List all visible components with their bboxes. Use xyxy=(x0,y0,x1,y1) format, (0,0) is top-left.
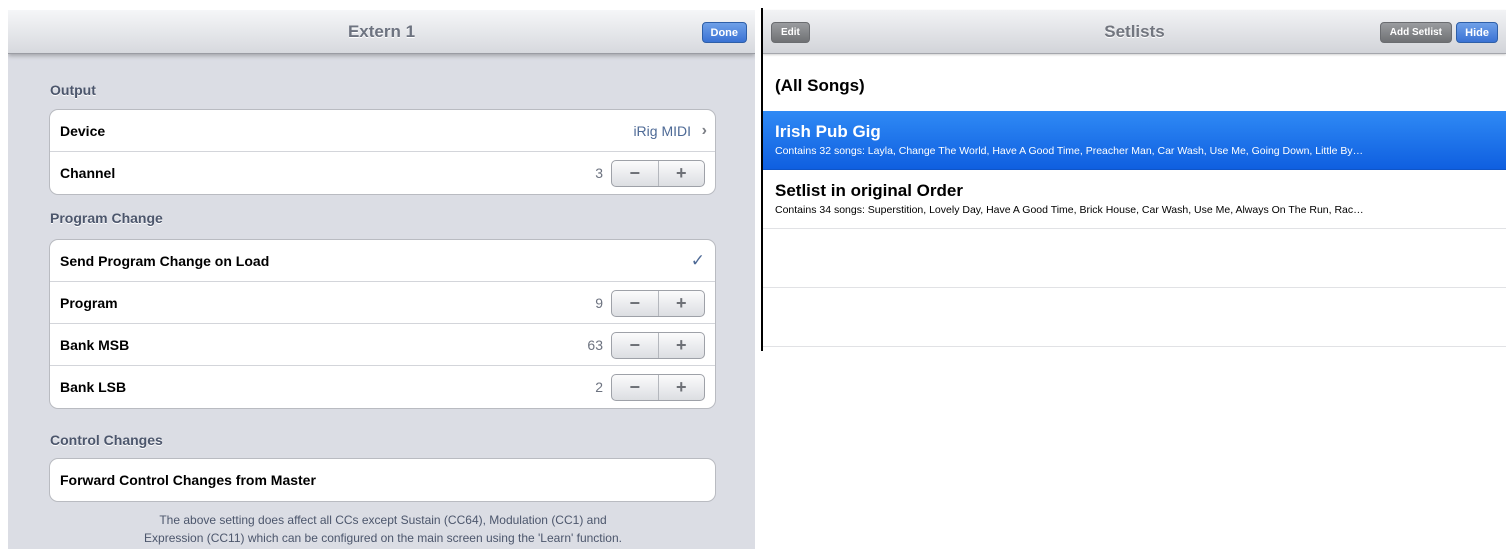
device-label: Device xyxy=(60,122,106,139)
setlist-title: Irish Pub Gig xyxy=(775,122,881,141)
footer-note-line1: The above setting does affect all CCs ex… xyxy=(159,513,607,527)
bank-lsb-increment-button[interactable]: + xyxy=(659,375,705,400)
channel-row: Channel 3 − + xyxy=(50,152,715,194)
setlist-row[interactable]: Setlist in original Order Contains 34 so… xyxy=(763,170,1506,229)
empty-list-row xyxy=(763,288,1506,347)
setlist-row-selected[interactable]: Irish Pub Gig Contains 32 songs: Layla, … xyxy=(763,111,1506,170)
footer-note-line2: Expression (CC11) which can be configure… xyxy=(144,531,622,545)
send-program-change-label: Send Program Change on Load xyxy=(60,252,270,269)
control-changes-group: Forward Control Changes from Master xyxy=(49,458,716,502)
setlists-panel: Edit Setlists Add Setlist Hide (All Song… xyxy=(763,10,1506,549)
setlists-title: Setlists xyxy=(1104,21,1165,41)
device-row[interactable]: Device iRig MIDI › xyxy=(50,110,715,152)
empty-list-row xyxy=(763,229,1506,288)
bank-lsb-stepper: − + xyxy=(611,374,705,401)
section-header-control-changes: Control Changes xyxy=(50,432,163,448)
channel-decrement-button[interactable]: − xyxy=(612,161,659,186)
footer-note: The above setting does affect all CCs ex… xyxy=(68,511,698,547)
output-group: Device iRig MIDI › Channel 3 − + xyxy=(49,109,716,195)
bank-msb-row: Bank MSB 63 − + xyxy=(50,324,715,366)
setlists-navbar: Edit Setlists Add Setlist Hide xyxy=(763,10,1506,54)
program-increment-button[interactable]: + xyxy=(659,291,705,316)
setlist-title: Setlist in original Order xyxy=(775,181,963,200)
chevron-right-icon: › xyxy=(701,121,707,139)
bank-msb-label: Bank MSB xyxy=(60,336,130,353)
midi-output-settings-panel: Extern 1 Done Output Device iRig MIDI › … xyxy=(8,10,755,549)
bank-msb-decrement-button[interactable]: − xyxy=(612,333,659,358)
forward-control-changes-row[interactable]: Forward Control Changes from Master xyxy=(50,459,715,501)
section-header-program-change: Program Change xyxy=(50,210,163,226)
section-header-output: Output xyxy=(50,82,96,98)
checkmark-icon: ✓ xyxy=(690,250,705,270)
program-label: Program xyxy=(60,294,118,311)
send-program-change-row[interactable]: Send Program Change on Load ✓ xyxy=(50,240,715,282)
add-setlist-button[interactable]: Add Setlist xyxy=(1379,22,1452,43)
settings-navbar: Extern 1 Done xyxy=(8,10,755,54)
channel-value: 3 xyxy=(595,165,603,181)
program-row: Program 9 − + xyxy=(50,282,715,324)
channel-stepper: − + xyxy=(611,160,705,187)
device-value: iRig MIDI xyxy=(633,122,691,139)
setlist-subtitle: Contains 34 songs: Superstition, Lovely … xyxy=(775,204,1364,216)
channel-increment-button[interactable]: + xyxy=(659,161,705,186)
bank-lsb-value: 2 xyxy=(595,379,603,395)
done-button[interactable]: Done xyxy=(701,22,747,43)
program-stepper: − + xyxy=(611,290,705,317)
edit-button[interactable]: Edit xyxy=(771,22,810,43)
settings-title: Extern 1 xyxy=(347,21,416,41)
setlist-subtitle: Contains 32 songs: Layla, Change The Wor… xyxy=(775,145,1364,157)
program-value: 9 xyxy=(595,294,603,311)
bank-msb-value: 63 xyxy=(587,336,603,353)
bank-lsb-label: Bank LSB xyxy=(60,379,127,395)
bank-lsb-row: Bank LSB 2 − + xyxy=(50,366,715,408)
program-decrement-button[interactable]: − xyxy=(612,291,659,316)
setlist-row-all-songs[interactable]: (All Songs) xyxy=(763,54,1506,113)
bank-msb-increment-button[interactable]: + xyxy=(659,333,705,358)
channel-label: Channel xyxy=(60,165,116,181)
hide-button[interactable]: Hide xyxy=(1456,22,1498,43)
bank-lsb-decrement-button[interactable]: − xyxy=(612,375,659,400)
program-change-group: Send Program Change on Load ✓ Program 9 … xyxy=(49,239,716,409)
bank-msb-stepper: − + xyxy=(611,332,705,359)
forward-control-changes-label: Forward Control Changes from Master xyxy=(60,472,316,488)
setlist-title: (All Songs) xyxy=(775,76,865,95)
